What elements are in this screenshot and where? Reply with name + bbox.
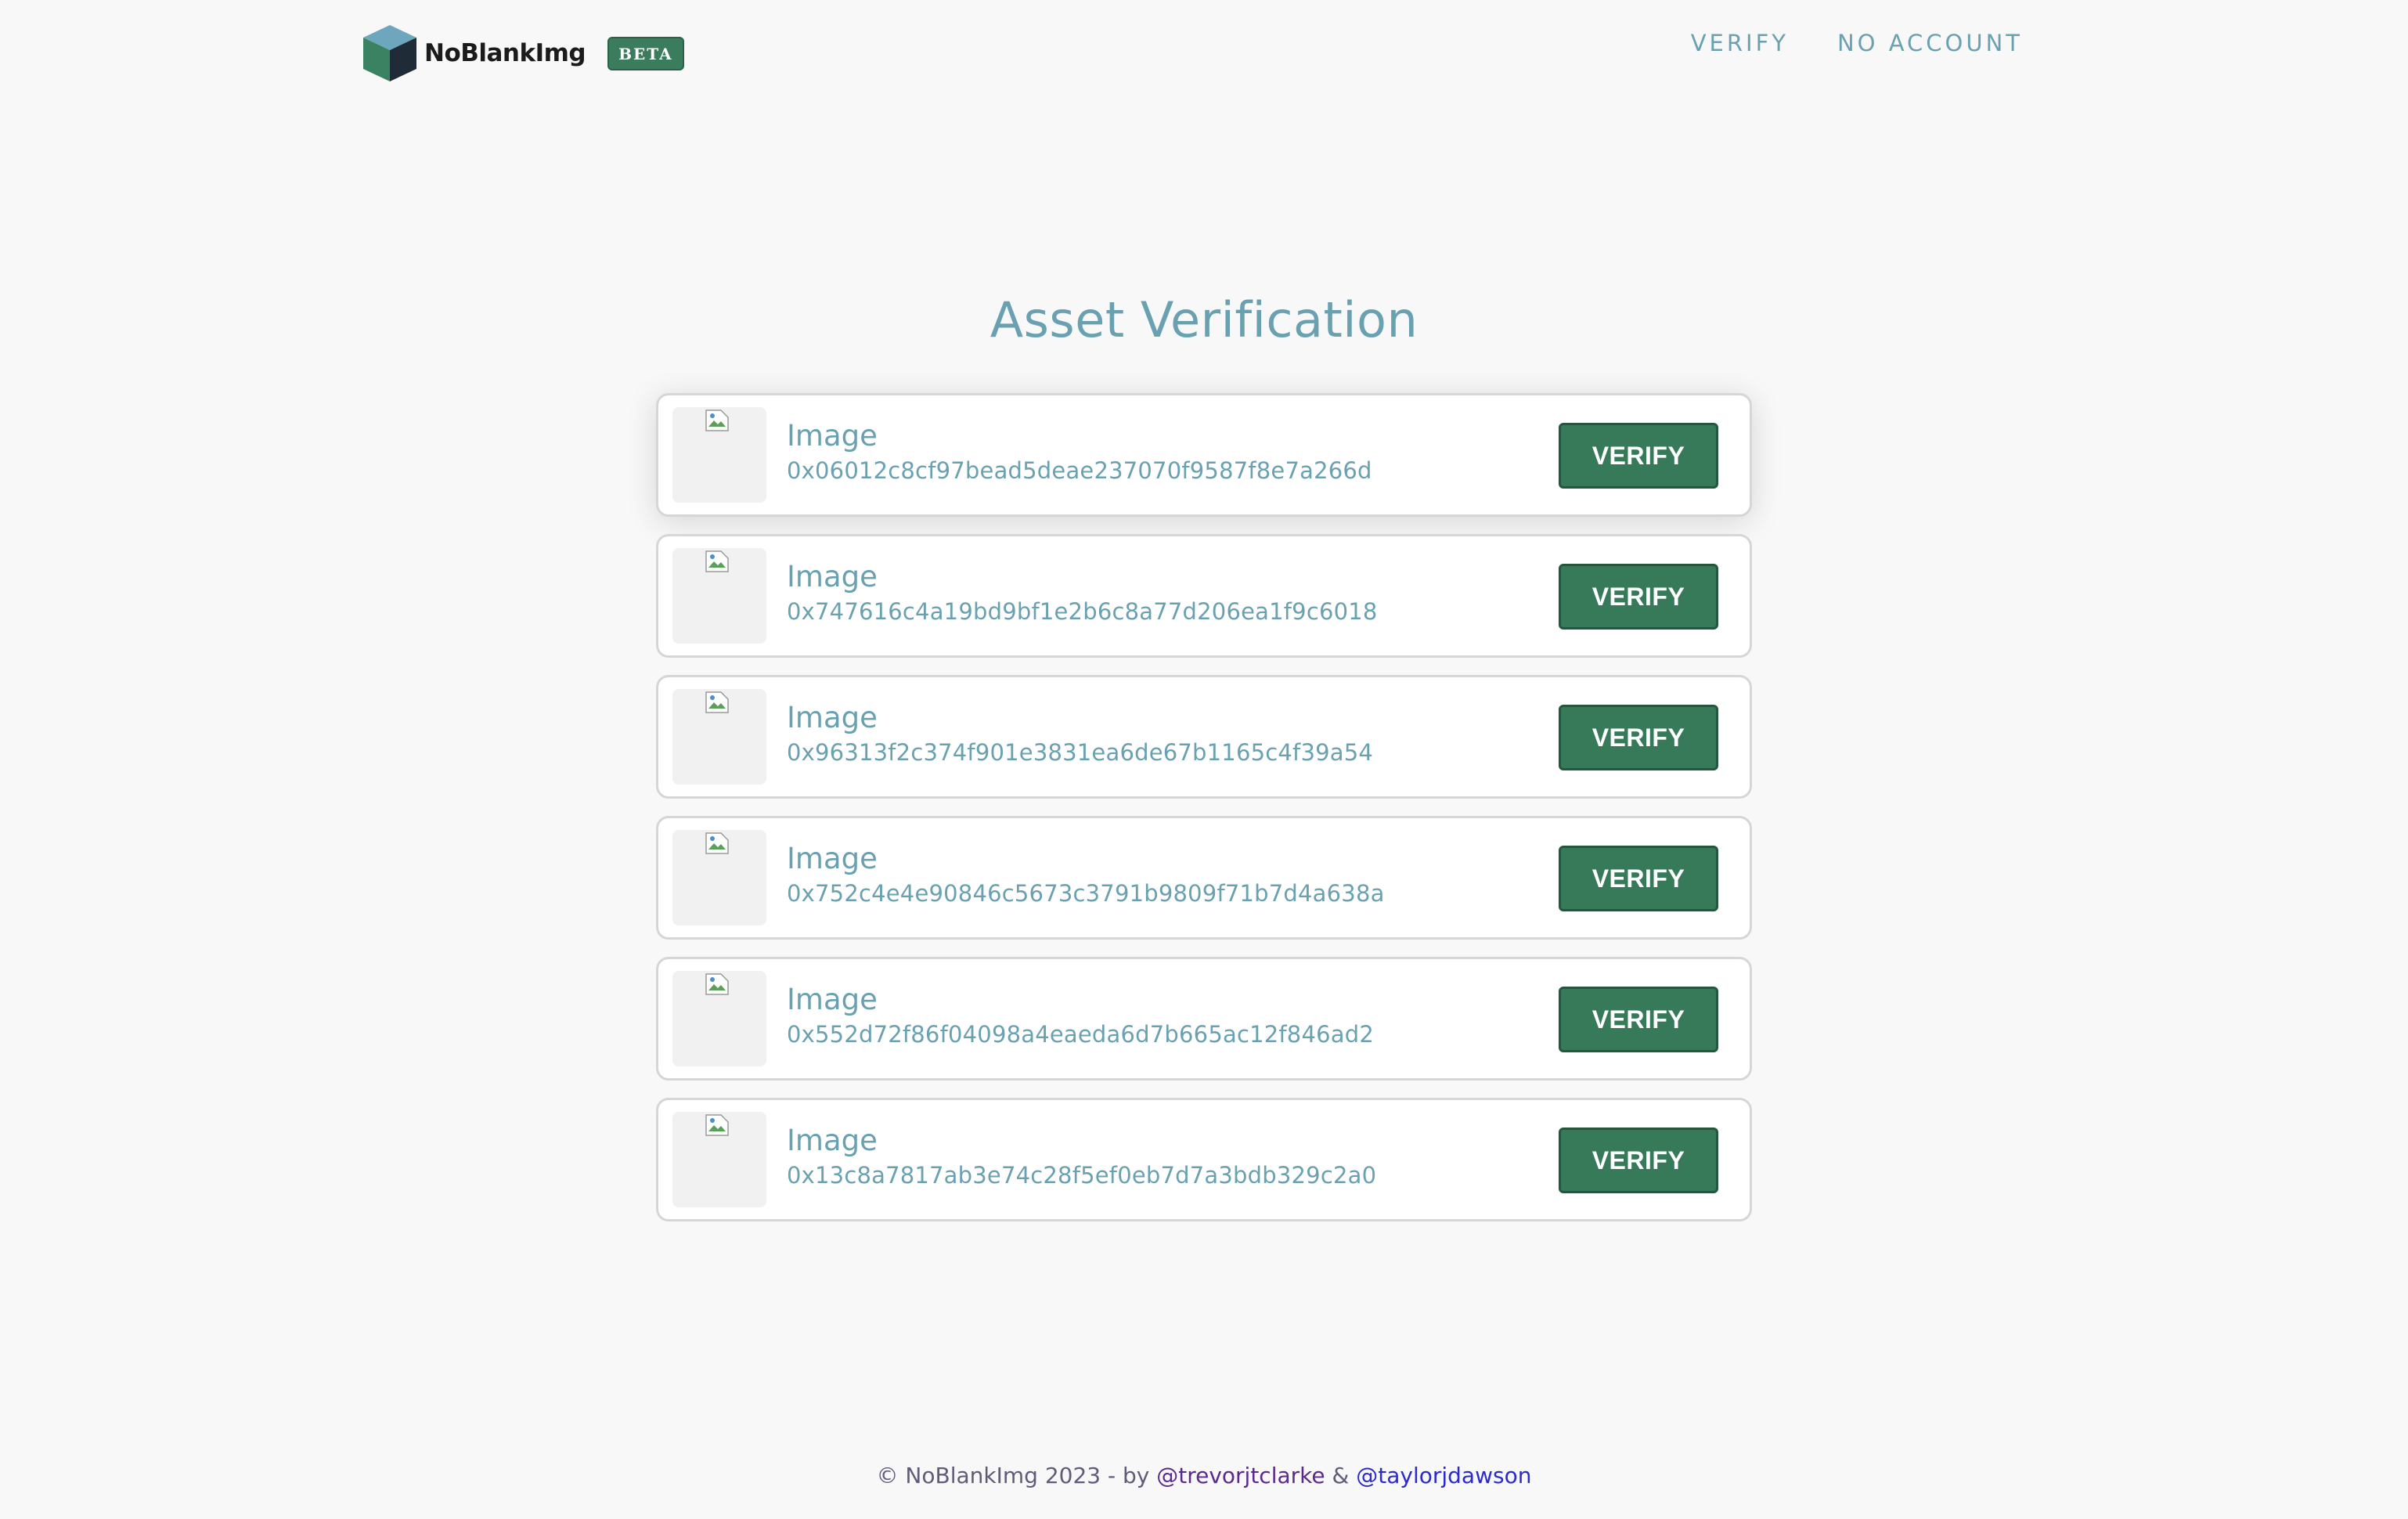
asset-card: Image 0x752c4e4e90846c5673c3791b9809f71b… <box>656 816 1752 940</box>
asset-title: Image <box>787 983 878 1016</box>
asset-thumbnail <box>672 971 766 1066</box>
nav-no-account-link[interactable]: NO ACCOUNT <box>1837 30 2023 56</box>
footer-author-link-trevorjtclarke[interactable]: @trevorjtclarke <box>1156 1463 1325 1488</box>
broken-image-icon <box>705 832 729 854</box>
asset-info: Image 0x13c8a7817ab3e74c28f5ef0eb7d7a3bd… <box>787 1124 1376 1192</box>
footer: © NoBlankImg 2023 - by @trevorjtclarke &… <box>0 1463 2408 1488</box>
page-title: Asset Verification <box>990 291 1418 348</box>
asset-thumbnail <box>672 407 766 503</box>
verify-button[interactable]: VERIFY <box>1559 705 1718 770</box>
asset-card: Image 0x552d72f86f04098a4eaeda6d7b665ac1… <box>656 957 1752 1081</box>
asset-thumbnail <box>672 689 766 785</box>
asset-info: Image 0x552d72f86f04098a4eaeda6d7b665ac1… <box>787 983 1374 1052</box>
asset-title: Image <box>787 560 878 594</box>
asset-hash: 0x13c8a7817ab3e74c28f5ef0eb7d7a3bdb329c2… <box>787 1162 1377 1189</box>
footer-author-link-taylorjdawson[interactable]: @taylorjdawson <box>1356 1463 1531 1488</box>
footer-separator: & <box>1325 1463 1357 1488</box>
broken-image-icon <box>705 691 729 713</box>
page: NoBlankImg BETA VERIFY NO ACCOUNT Asset … <box>0 0 2408 1519</box>
asset-card: Image 0x13c8a7817ab3e74c28f5ef0eb7d7a3bd… <box>656 1098 1752 1221</box>
asset-info: Image 0x752c4e4e90846c5673c3791b9809f71b… <box>787 842 1385 911</box>
verify-button[interactable]: VERIFY <box>1559 987 1718 1052</box>
asset-title: Image <box>787 842 878 875</box>
asset-title: Image <box>787 1124 878 1157</box>
nav-verify-link[interactable]: VERIFY <box>1691 30 1789 56</box>
broken-image-icon <box>705 410 729 431</box>
asset-list: Image 0x06012c8cf97bead5deae237070f9587f… <box>656 393 1752 1239</box>
broken-image-icon <box>705 1114 729 1136</box>
verify-button[interactable]: VERIFY <box>1559 423 1718 489</box>
verify-button[interactable]: VERIFY <box>1559 1128 1718 1193</box>
logo-text[interactable]: NoBlankImg <box>424 39 586 67</box>
cube-logo-icon[interactable] <box>360 23 420 83</box>
asset-card: Image 0x96313f2c374f901e3831ea6de67b1165… <box>656 675 1752 799</box>
asset-thumbnail <box>672 830 766 925</box>
top-nav: VERIFY NO ACCOUNT <box>1691 30 2023 56</box>
verify-button[interactable]: VERIFY <box>1559 846 1718 911</box>
asset-hash: 0x752c4e4e90846c5673c3791b9809f71b7d4a63… <box>787 880 1385 907</box>
verify-button[interactable]: VERIFY <box>1559 564 1718 630</box>
asset-info: Image 0x06012c8cf97bead5deae237070f9587f… <box>787 419 1372 488</box>
asset-thumbnail <box>672 1112 766 1207</box>
asset-info: Image 0x96313f2c374f901e3831ea6de67b1165… <box>787 701 1373 770</box>
footer-copyright: © NoBlankImg 2023 - by <box>876 1463 1157 1488</box>
asset-hash: 0x552d72f86f04098a4eaeda6d7b665ac12f846a… <box>787 1021 1374 1048</box>
asset-title: Image <box>787 419 878 453</box>
asset-hash: 0x06012c8cf97bead5deae237070f9587f8e7a26… <box>787 457 1372 484</box>
broken-image-icon <box>705 550 729 572</box>
asset-hash: 0x747616c4a19bd9bf1e2b6c8a77d206ea1f9c60… <box>787 598 1378 625</box>
beta-badge: BETA <box>607 36 684 70</box>
asset-hash: 0x96313f2c374f901e3831ea6de67b1165c4f39a… <box>787 739 1374 766</box>
header-brand: NoBlankImg BETA <box>360 22 684 85</box>
broken-image-icon <box>705 973 729 995</box>
asset-card: Image 0x747616c4a19bd9bf1e2b6c8a77d206ea… <box>656 534 1752 658</box>
asset-title: Image <box>787 701 878 734</box>
asset-info: Image 0x747616c4a19bd9bf1e2b6c8a77d206ea… <box>787 560 1378 629</box>
asset-card: Image 0x06012c8cf97bead5deae237070f9587f… <box>656 393 1752 517</box>
asset-thumbnail <box>672 548 766 644</box>
